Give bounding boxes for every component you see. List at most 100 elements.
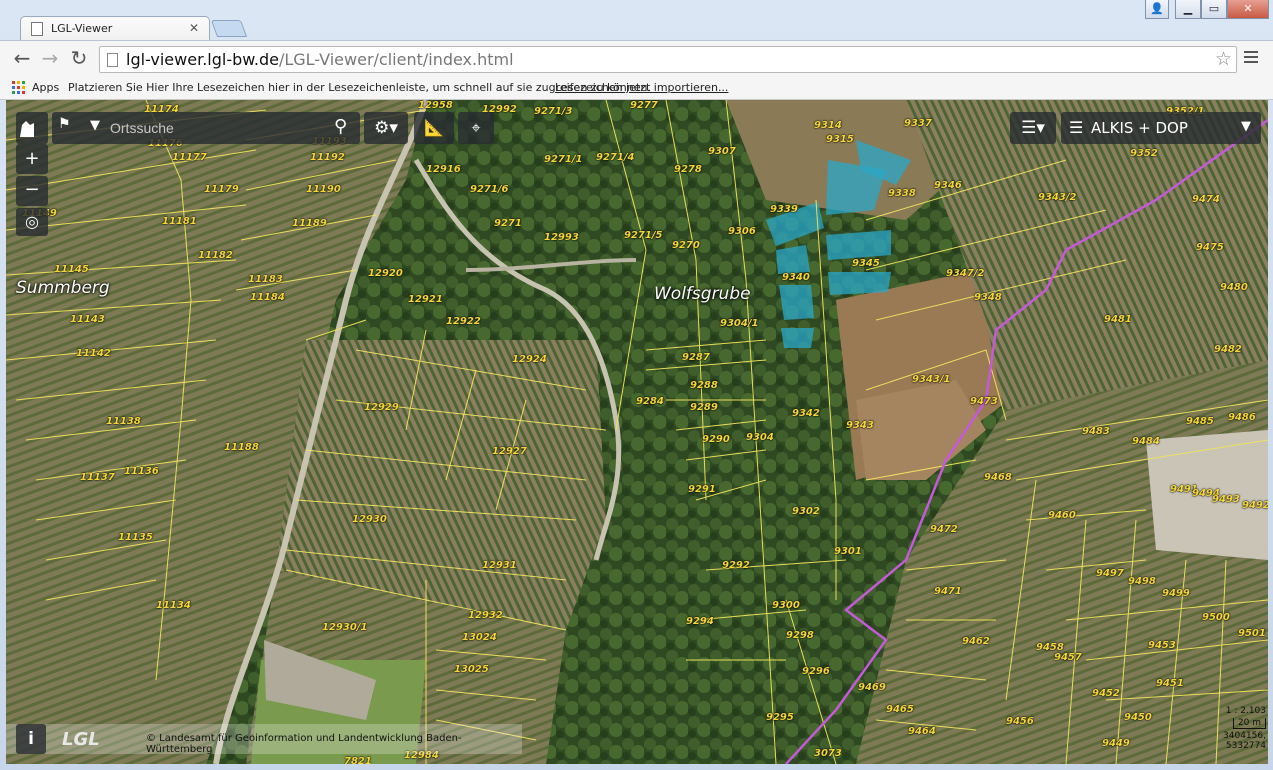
parcel-number-label: 9453 [1148, 640, 1176, 651]
apps-link[interactable]: Apps [32, 81, 59, 94]
parcel-number-label: 9486 [1228, 412, 1256, 423]
parcel-number-label: 9499 [1162, 588, 1190, 599]
zoom-out-icon: − [24, 179, 40, 200]
parcel-number-label: 9289 [690, 402, 718, 413]
tab-strip: LGL-Viewer ✕ 👤 ▁ ▭ ✕ [0, 0, 1273, 40]
settings-button[interactable]: ⚙▾ [364, 112, 408, 144]
signpost-icon[interactable]: ⚑ [58, 116, 71, 132]
parcel-number-label: 9284 [636, 396, 664, 407]
parcel-number-label: 11179 [204, 184, 239, 195]
new-tab-button[interactable] [210, 20, 248, 37]
parcel-number-label: 9480 [1220, 282, 1248, 293]
parcel-number-label: 9493 [1212, 494, 1240, 505]
scale-ratio: 1 : 2.103 [1225, 706, 1266, 716]
user-profile-button[interactable]: 👤 [1145, 0, 1169, 19]
parcel-number-label: 9343/1 [912, 374, 951, 385]
parcel-number-label: 11177 [172, 152, 207, 163]
parcel-number-label: 9288 [690, 380, 718, 391]
parcel-number-label: 11190 [306, 184, 341, 195]
bookmark-star-icon[interactable]: ☆ [1215, 48, 1232, 70]
reload-button[interactable]: ↻ [67, 47, 91, 71]
locate-me-button[interactable]: ◎ [16, 208, 48, 236]
parcel-number-label: 11135 [118, 532, 153, 543]
apps-grid-icon[interactable] [12, 81, 25, 94]
search-toolbar: ⚑ ▼ ⚲ [52, 112, 360, 144]
parcel-number-label: 9500 [1202, 612, 1230, 623]
parcel-number-label: 9302 [792, 506, 820, 517]
forward-button[interactable]: → [38, 47, 62, 71]
parcel-number-label: 9346 [934, 180, 962, 191]
ruler-icon: 📐 [424, 118, 444, 137]
lgl-logo: LGL [62, 729, 100, 750]
parcel-number-label: 9315 [826, 134, 854, 145]
chevron-down-icon[interactable]: ▼ [90, 118, 100, 133]
minimize-icon: ▁ [1183, 2, 1193, 15]
parcel-number-label: 9456 [1006, 716, 1034, 727]
parcel-number-label: 9482 [1214, 344, 1242, 355]
parcel-number-label: 3073 [814, 748, 842, 759]
aerial-imagery [6, 100, 1268, 764]
maximize-icon: ▭ [1208, 2, 1220, 15]
zoom-in-icon: + [24, 148, 40, 169]
back-button[interactable]: ← [10, 47, 34, 71]
parcel-number-label: 9307 [708, 146, 736, 157]
maximize-button[interactable]: ▭ [1201, 0, 1227, 19]
minimize-button[interactable]: ▁ [1175, 0, 1201, 19]
scale-bar: 20 m [1232, 718, 1266, 729]
close-icon: ✕ [1243, 2, 1253, 15]
parcel-number-label: 9277 [630, 100, 658, 111]
gear-icon: ⚙▾ [374, 118, 398, 138]
map-view[interactable]: Summberg Wolfsgrube 11174111761117711179… [6, 100, 1268, 764]
close-window-button[interactable]: ✕ [1227, 0, 1269, 19]
parcel-number-label: 13025 [454, 664, 489, 675]
parcel-number-label: 9278 [674, 164, 702, 175]
zoom-out-button[interactable]: − [16, 176, 48, 206]
parcel-number-label: 11134 [156, 600, 191, 611]
parcel-number-label: 11183 [248, 274, 283, 285]
parcel-number-label: 9271/3 [534, 106, 573, 117]
bw-state-icon [20, 121, 34, 137]
parcel-number-label: 9304 [746, 432, 774, 443]
parcel-number-label: 9484 [1132, 436, 1160, 447]
parcel-number-label: 9474 [1192, 194, 1220, 205]
parcel-number-label: 13024 [462, 632, 497, 643]
parcel-number-label: 9306 [728, 226, 756, 237]
parcel-number-label: 9485 [1186, 416, 1214, 427]
parcel-number-label: 9457 [1054, 652, 1082, 663]
parcel-number-label: 9271/4 [596, 152, 635, 163]
parcel-number-label: 9483 [1082, 426, 1110, 437]
home-extent-button[interactable] [16, 112, 48, 144]
parcel-number-label: 11142 [76, 348, 111, 359]
parcel-number-label: 7821 [344, 756, 372, 764]
parcel-number-label: 9337 [904, 118, 932, 129]
parcel-number-label: 9300 [772, 600, 800, 611]
tab-close-icon[interactable]: ✕ [189, 21, 199, 35]
info-button[interactable]: i [16, 724, 46, 754]
parcel-number-label: 11145 [54, 264, 89, 275]
layers-icon: ☰ [1069, 118, 1084, 137]
parcel-number-label: 11189 [292, 218, 327, 229]
browser-menu-icon[interactable] [1244, 51, 1258, 63]
address-bar[interactable]: lgl-viewer.lgl-bw.de/LGL-Viewer/client/i… [99, 46, 1237, 73]
zoom-in-button[interactable]: + [16, 144, 48, 174]
tab-lgl-viewer[interactable]: LGL-Viewer ✕ [20, 16, 210, 40]
parcel-number-label: 12993 [544, 232, 579, 243]
parcel-number-label: 9465 [886, 704, 914, 715]
menu-button[interactable]: ☰▾ [1010, 112, 1056, 144]
select-feature-button[interactable]: ⌖ [458, 112, 494, 144]
parcel-number-label: 9271/6 [470, 184, 509, 195]
measure-tool-button[interactable]: 📐 [414, 112, 454, 144]
parcel-number-label: 9452 [1092, 688, 1120, 699]
layer-selector[interactable]: ☰ ALKIS + DOP ▼ [1061, 112, 1261, 144]
parcel-number-label: 9298 [786, 630, 814, 641]
url-text[interactable]: lgl-viewer.lgl-bw.de/LGL-Viewer/client/i… [126, 50, 514, 69]
parcel-number-label: 9481 [1104, 314, 1132, 325]
place-search-input[interactable] [110, 117, 320, 139]
parcel-number-label: 9271/1 [544, 154, 583, 165]
parcel-number-label: 11184 [250, 292, 285, 303]
parcel-number-label: 9498 [1128, 576, 1156, 587]
search-icon[interactable]: ⚲ [334, 116, 347, 137]
import-bookmarks-link[interactable]: Lesezeichen jetzt importieren... [555, 81, 728, 94]
parcel-number-label: 12929 [364, 402, 399, 413]
browser-toolbar: ← → ↻ lgl-viewer.lgl-bw.de/LGL-Viewer/cl… [0, 40, 1273, 76]
